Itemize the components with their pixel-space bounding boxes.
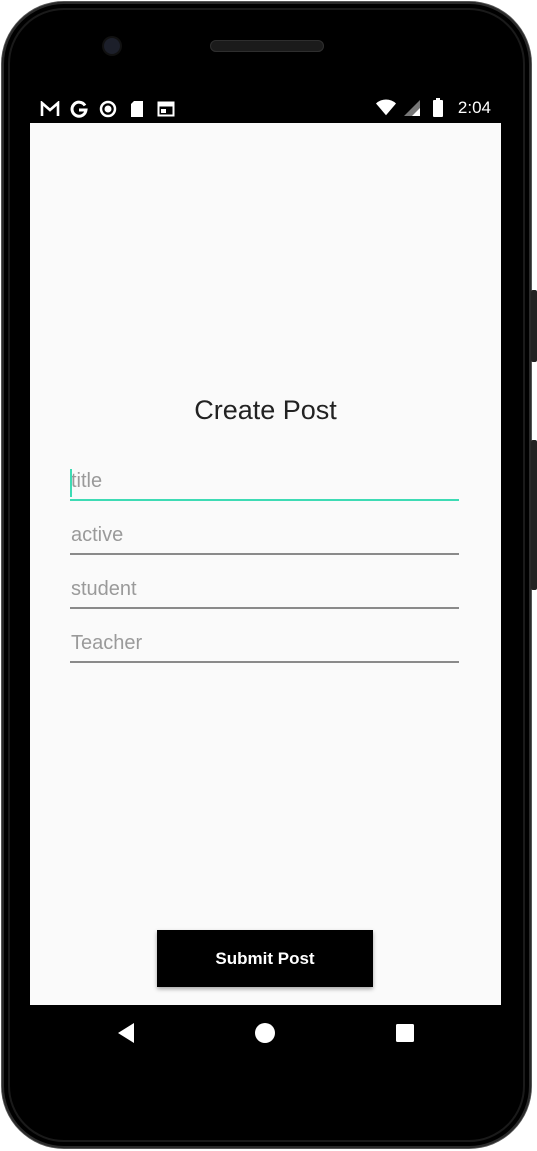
signal-icon xyxy=(402,98,422,118)
student-field[interactable] xyxy=(70,571,459,611)
google-icon xyxy=(69,99,89,119)
battery-icon xyxy=(428,98,448,118)
submit-post-button[interactable]: Submit Post xyxy=(157,930,373,987)
active-input[interactable] xyxy=(70,517,459,555)
page-title: Create Post xyxy=(194,395,337,425)
teacher-field[interactable] xyxy=(70,625,459,665)
navigation-bar xyxy=(30,1005,501,1063)
app-screen: Create Post Submit Post xyxy=(30,123,501,1005)
teacher-input[interactable] xyxy=(70,625,459,663)
recents-icon[interactable] xyxy=(393,1021,417,1045)
title-field[interactable] xyxy=(70,463,459,503)
volume-button xyxy=(531,440,537,590)
power-button xyxy=(531,290,537,362)
earpiece-speaker xyxy=(210,40,324,52)
calendar-icon xyxy=(156,99,176,119)
sd-card-icon xyxy=(127,99,147,119)
front-camera xyxy=(104,38,120,54)
record-icon xyxy=(98,99,118,119)
text-caret xyxy=(70,469,72,497)
status-clock: 2:04 xyxy=(457,98,491,117)
gmail-icon xyxy=(40,99,60,119)
title-input[interactable] xyxy=(70,463,459,501)
status-bar: 2:04 xyxy=(30,95,501,123)
active-field[interactable] xyxy=(70,517,459,557)
student-input[interactable] xyxy=(70,571,459,609)
home-icon[interactable] xyxy=(253,1021,277,1045)
back-icon[interactable] xyxy=(114,1021,138,1045)
wifi-icon xyxy=(375,98,396,118)
